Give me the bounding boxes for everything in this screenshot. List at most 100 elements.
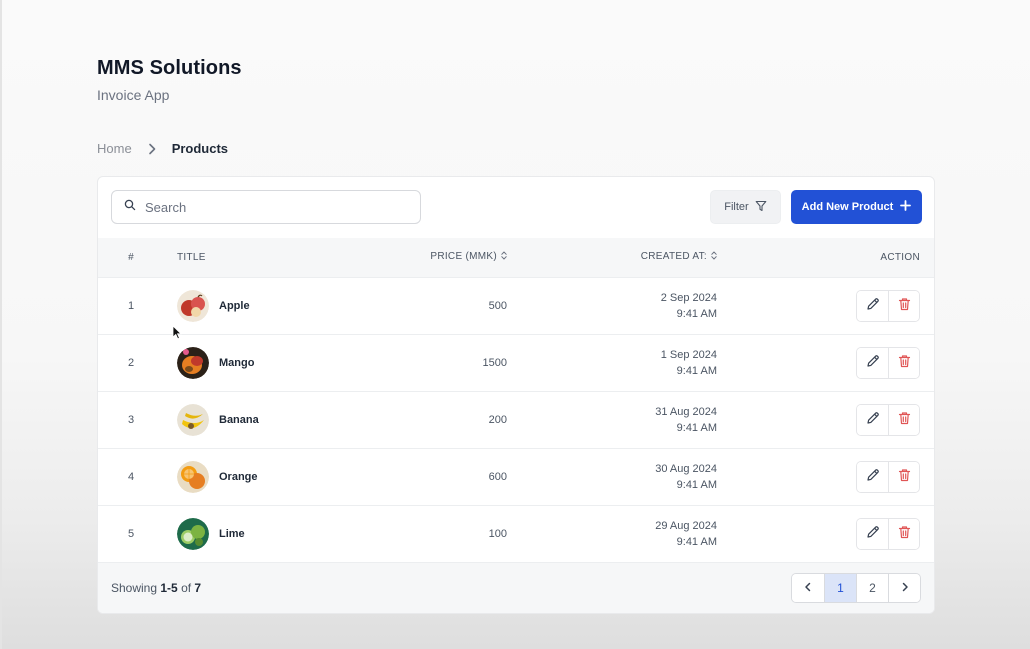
delete-button[interactable] — [888, 290, 919, 321]
action-cell — [717, 448, 934, 505]
created-at-cell: 1 Sep 2024 9:41 AM — [507, 334, 717, 391]
table-row[interactable]: 1 Apple 500 2 Sep 2024 9:41 AM — [98, 277, 934, 334]
column-header-price-label: Price (MMK) — [430, 251, 497, 263]
product-thumbnail — [177, 403, 209, 436]
edit-button[interactable] — [857, 518, 888, 549]
showing-of: of — [181, 580, 192, 595]
delete-button[interactable] — [888, 461, 919, 492]
product-cell: Banana — [177, 403, 364, 436]
product-name: Banana — [219, 413, 259, 426]
column-header-title: Title — [164, 238, 364, 278]
trash-icon — [898, 468, 911, 485]
sort-icon[interactable] — [711, 251, 717, 263]
trash-icon — [898, 525, 911, 542]
table-toolbar: Filter Add New Product — [98, 177, 934, 238]
trash-icon — [898, 411, 911, 428]
breadcrumb-home-link[interactable]: Home — [97, 141, 132, 156]
trash-icon — [898, 354, 911, 371]
created-date: 30 Aug 2024 — [655, 462, 717, 475]
created-date: 31 Aug 2024 — [655, 405, 717, 418]
product-cell: Mango — [177, 346, 364, 379]
page-button-2[interactable]: 2 — [856, 573, 888, 602]
mouse-pointer-icon — [172, 325, 182, 345]
product-price: 200 — [488, 413, 507, 426]
filter-button-label: Filter — [724, 201, 749, 213]
search-box[interactable] — [111, 190, 421, 224]
edit-button[interactable] — [857, 461, 888, 492]
plus-icon — [900, 200, 912, 214]
row-number: 4 — [127, 470, 135, 483]
row-title-cell: Banana — [164, 391, 364, 448]
created-at-cell: 29 Aug 2024 9:41 AM — [507, 505, 717, 562]
edit-button[interactable] — [857, 404, 888, 435]
pencil-icon — [866, 411, 880, 428]
delete-button[interactable] — [888, 347, 919, 378]
row-title-cell: Orange — [164, 448, 364, 505]
delete-button[interactable] — [888, 518, 919, 549]
created-time: 9:41 AM — [676, 307, 717, 320]
column-header-price[interactable]: Price (MMK) — [364, 238, 507, 278]
created-at-cell: 2 Sep 2024 9:41 AM — [507, 277, 717, 334]
table-row[interactable]: 3 Banana 200 31 Aug 2024 9:41 AM — [98, 391, 934, 448]
row-actions — [856, 517, 920, 550]
product-price: 600 — [488, 470, 507, 483]
row-title-cell: Lime — [164, 505, 364, 562]
created-at-cell: 30 Aug 2024 9:41 AM — [507, 448, 717, 505]
window-edge — [0, 0, 2, 649]
pencil-icon — [866, 354, 880, 371]
product-thumbnail — [177, 517, 209, 550]
created-date: 29 Aug 2024 — [655, 519, 717, 532]
chevron-left-icon — [804, 581, 812, 595]
filter-icon — [755, 200, 767, 215]
created-time: 9:41 AM — [676, 364, 717, 377]
action-cell — [717, 277, 934, 334]
product-thumbnail — [177, 460, 209, 493]
action-cell — [717, 505, 934, 562]
action-cell — [717, 334, 934, 391]
row-actions — [856, 403, 920, 436]
add-new-product-button[interactable]: Add New Product — [791, 190, 922, 224]
pencil-icon — [866, 297, 880, 314]
created-at-cell: 31 Aug 2024 9:41 AM — [507, 391, 717, 448]
products-card: Filter Add New Product # Title Price (MM… — [97, 176, 935, 614]
edit-button[interactable] — [857, 290, 888, 321]
table-row[interactable]: 2 Mango 1500 1 Sep 2024 9:41 AM — [98, 334, 934, 391]
column-header-created-label: Created At: — [640, 251, 707, 263]
product-thumbnail — [177, 289, 209, 322]
row-number: 2 — [127, 356, 135, 369]
delete-button[interactable] — [888, 404, 919, 435]
pencil-icon — [866, 468, 880, 485]
table-row[interactable]: 4 Orange 600 30 Aug 2024 9:41 AM — [98, 448, 934, 505]
page-button-1[interactable]: 1 — [824, 573, 856, 602]
column-header-created[interactable]: Created At: — [507, 238, 717, 278]
product-name: Apple — [219, 299, 250, 312]
row-actions — [856, 289, 920, 322]
pagination-summary: Showing 1-5 of 7 — [111, 581, 201, 595]
column-header-action: Action — [717, 238, 934, 278]
prev-page-button[interactable] — [792, 573, 824, 602]
filter-button[interactable]: Filter — [710, 190, 781, 224]
product-name: Orange — [219, 470, 258, 483]
sort-icon[interactable] — [501, 251, 507, 263]
row-title-cell: Mango — [164, 334, 364, 391]
product-name: Mango — [219, 356, 255, 369]
showing-range: 1-5 — [160, 580, 178, 595]
table-row[interactable]: 5 Lime 100 29 Aug 2024 9:41 AM — [98, 505, 934, 562]
app-title: MMS Solutions — [97, 57, 242, 79]
created-date: 1 Sep 2024 — [660, 348, 717, 361]
brand-header: MMS Solutions Invoice App — [97, 57, 242, 103]
created-date: 2 Sep 2024 — [660, 291, 717, 304]
row-number: 5 — [127, 527, 135, 540]
breadcrumb: Home Products — [97, 141, 228, 156]
product-price: 100 — [488, 527, 507, 540]
product-name: Lime — [219, 527, 245, 540]
app-subtitle: Invoice App — [97, 87, 170, 103]
row-title-cell: Apple — [164, 277, 364, 334]
product-cell: Orange — [177, 460, 364, 493]
created-time: 9:41 AM — [676, 421, 717, 434]
search-input[interactable] — [145, 199, 395, 215]
next-page-button[interactable] — [888, 573, 920, 602]
created-time: 9:41 AM — [676, 535, 717, 548]
edit-button[interactable] — [857, 347, 888, 378]
products-table: # Title Price (MMK) Created At: Action 1… — [98, 238, 934, 563]
